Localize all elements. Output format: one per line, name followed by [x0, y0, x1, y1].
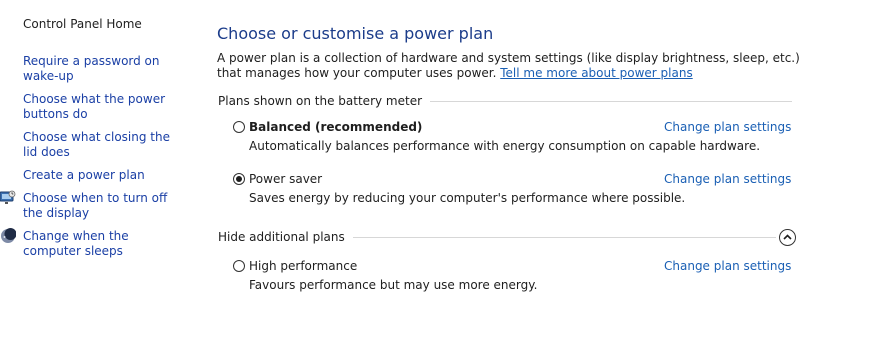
plan-name[interactable]: High performance: [249, 259, 357, 273]
sidebar-link-power-buttons[interactable]: Choose what the power buttons do: [23, 92, 188, 122]
learn-more-power-plans-link[interactable]: Tell me more about power plans: [500, 66, 692, 80]
plan-description: Saves energy by reducing your computer's…: [249, 191, 686, 205]
plan-description: Automatically balances performance with …: [249, 139, 761, 153]
sidebar-link-lid-close[interactable]: Choose what closing the lid does: [23, 130, 188, 160]
hide-additional-plans-label[interactable]: Hide additional plans: [218, 230, 353, 245]
intro-text: A power plan is a collection of hardware…: [217, 51, 817, 81]
sleep-moon-icon: [0, 228, 17, 244]
plan-name[interactable]: Power saver: [249, 172, 322, 186]
display-icon: [0, 190, 16, 206]
collapse-additional-plans-button[interactable]: [779, 229, 796, 246]
sidebar-link-computer-sleep[interactable]: Change when the computer sleeps: [23, 229, 188, 259]
sidebar: Control Panel Home Require a password on…: [0, 0, 195, 342]
section-label: Plans shown on the battery meter: [218, 94, 431, 109]
plan-radio-power-saver[interactable]: [233, 173, 245, 185]
power-options-window: Control Panel Home Require a password on…: [0, 0, 873, 342]
plan-description: Favours performance but may use more ene…: [249, 278, 538, 292]
additional-plans-section-header: Hide additional plans: [218, 229, 798, 246]
change-plan-settings-link[interactable]: Change plan settings: [664, 172, 791, 186]
change-plan-settings-link[interactable]: Change plan settings: [664, 120, 791, 134]
plan-radio-balanced[interactable]: [233, 121, 245, 133]
plan-name[interactable]: Balanced (recommended): [249, 120, 422, 134]
plan-radio-high-performance[interactable]: [233, 260, 245, 272]
page-title: Choose or customise a power plan: [217, 24, 494, 43]
battery-plans-section-header: Plans shown on the battery meter: [218, 94, 793, 110]
control-panel-home-link[interactable]: Control Panel Home: [23, 17, 142, 32]
chevron-up-icon: [783, 234, 792, 240]
main-content: Choose or customise a power plan A power…: [217, 0, 867, 342]
sidebar-link-require-password[interactable]: Require a password on wake-up: [23, 54, 188, 84]
sidebar-link-create-plan[interactable]: Create a power plan: [23, 168, 188, 183]
sidebar-link-display-off[interactable]: Choose when to turn off the display: [23, 191, 188, 221]
change-plan-settings-link[interactable]: Change plan settings: [664, 259, 791, 273]
